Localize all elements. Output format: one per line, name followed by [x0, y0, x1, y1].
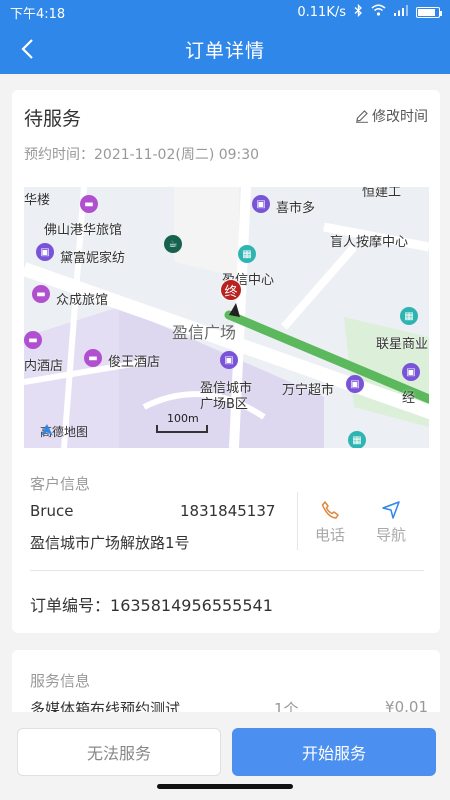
hotel-icon: ▬: [32, 285, 50, 303]
network-speed: 0.11K/s: [297, 4, 346, 20]
customer-phone: 1831845137: [180, 502, 276, 520]
bluetooth-icon: [354, 3, 363, 21]
hotel-icon: ▬: [80, 195, 98, 213]
order-card: 待服务 修改时间 预约时间：2021-11-02(周二) 09:30 华楼 恒建…: [12, 90, 440, 633]
map-label-foshan-hotel: 佛山港华旅馆: [44, 223, 123, 238]
battery-fill: [418, 8, 435, 16]
order-number: 订单编号：1635814956555541: [30, 592, 273, 616]
appointment-time: 预约时间：2021-11-02(周二) 09:30: [24, 144, 259, 164]
customer-section-label: 客户信息: [30, 475, 91, 493]
map-label-junwang: 俊王酒店: [108, 355, 161, 370]
wifi-icon: [371, 4, 386, 20]
shop-icon: ▣: [36, 243, 54, 261]
order-status: 待服务: [24, 108, 82, 130]
chevron-left-icon: [21, 39, 33, 59]
divider: [297, 492, 298, 550]
edit-icon: [356, 110, 368, 123]
edit-time-label: 修改时间: [372, 109, 428, 125]
edit-time-button[interactable]: 修改时间: [355, 106, 428, 126]
customer-address: 盈信城市广场解放路1号: [30, 534, 190, 552]
shopping-icon: ▣: [252, 195, 270, 213]
status-bar: 下午4:18 0.11K/s: [0, 0, 450, 24]
app-header: 下午4:18 0.11K/s 订单详情: [0, 0, 450, 74]
building-icon: ▦: [348, 431, 366, 448]
map-scale-label: 100m: [167, 412, 199, 425]
back-button[interactable]: [12, 34, 42, 64]
map-label-zhongcheng: 众成旅馆: [56, 293, 109, 308]
shopping-icon: ▣: [346, 375, 364, 393]
hotel-icon: ▬: [84, 349, 102, 367]
navigate-label: 导航: [375, 526, 406, 544]
signal-icon: [394, 4, 408, 20]
amap-logo: 高德地图: [40, 423, 88, 440]
divider: [30, 570, 424, 571]
phone-icon: [321, 501, 339, 519]
map-label-wanning: 万宁超市: [282, 383, 335, 398]
navigation-icon: [382, 501, 400, 519]
map-label-daifu: 黛富妮家纺: [60, 251, 126, 266]
service-section-label: 服务信息: [30, 672, 91, 690]
appointment-value: 2021-11-02(周二) 09:30: [94, 147, 260, 163]
map-label-nei-hotel: 内酒店: [24, 359, 64, 374]
map-label-yingxin-plaza: 盈信广场: [172, 323, 237, 342]
building-icon: ▦: [400, 307, 418, 325]
cannot-serve-button[interactable]: 无法服务: [17, 728, 221, 776]
start-service-button[interactable]: 开始服务: [232, 728, 436, 776]
amap-logo-icon: [41, 424, 53, 436]
order-number-label: 订单编号：: [30, 596, 111, 615]
order-number-value: 1635814956555541: [110, 596, 273, 615]
map-label-top-right: 恒建工: [362, 187, 402, 200]
map-label-xishiduo: 喜市多: [276, 201, 316, 216]
map-label-hualou: 华楼: [24, 193, 51, 208]
status-time: 下午4:18: [10, 6, 66, 22]
home-indicator[interactable]: [157, 784, 293, 789]
cafe-icon: ☕: [164, 235, 182, 253]
map-scale-bar: [156, 425, 208, 433]
map-label-lianxing: 联星商业: [376, 337, 429, 352]
destination-marker: 终: [220, 279, 242, 301]
shopping-icon: ▣: [402, 363, 420, 381]
navigate-button[interactable]: 导航: [366, 500, 416, 545]
customer-name: Bruce: [30, 502, 74, 520]
hotel-icon: ▬: [24, 331, 42, 349]
map-label-mangren: 盲人按摩中心: [330, 235, 409, 250]
shopping-icon: ▣: [220, 351, 238, 369]
building-icon: ▦: [238, 245, 256, 263]
battery-icon: [416, 6, 442, 18]
location-map[interactable]: 华楼 恒建工 ▬ 佛山港华旅馆 ▣ 喜市多 ▣ 黛富妮家纺 ☕ 盲人按摩中心 ▦…: [24, 187, 429, 448]
page-title: 订单详情: [184, 39, 265, 62]
call-label: 电话: [314, 526, 345, 544]
appointment-label: 预约时间：: [24, 147, 94, 163]
call-button[interactable]: 电话: [305, 500, 355, 545]
map-label-yingxin-b2: 广场B区: [200, 397, 248, 412]
nav-bar: 订单详情: [0, 24, 450, 74]
map-label-jing: 经: [402, 391, 416, 406]
